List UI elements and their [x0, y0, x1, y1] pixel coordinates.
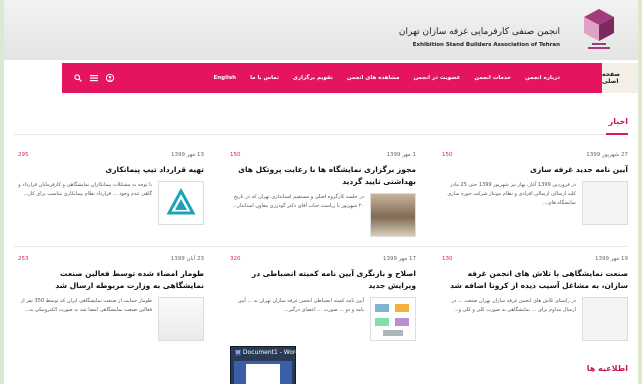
nav-items: درباره انجمن خدمات انجمن عضویت در انجمن … — [214, 63, 561, 93]
news-title[interactable]: مجوز برگزاری نمایشگاه ها با رعایت پروتکل… — [230, 164, 416, 188]
association-name-en: Exhibition Stand Builders Association of… — [412, 42, 560, 48]
nav-icons — [74, 63, 114, 93]
news-views: 150 — [442, 152, 453, 158]
nav-item-contact[interactable]: تماس با ما — [250, 75, 279, 81]
nav-home[interactable]: صفحه اصلی — [602, 63, 638, 93]
news-date: 19 مهر 1399 — [594, 256, 628, 262]
news-views: 253 — [18, 256, 29, 262]
document-thumbnail[interactable] — [582, 297, 628, 341]
document-thumbnail[interactable] — [582, 181, 628, 225]
nav-item-views[interactable]: مشاهده های انجمن — [347, 75, 400, 81]
news-card[interactable]: 1 مهر 1399 150 مجوز برگزاری نمایشگاه ها … — [230, 152, 416, 237]
nav-item-membership[interactable]: عضویت در انجمن — [414, 75, 461, 81]
news-title[interactable]: آیین نامه جدید غرفه سازی — [442, 164, 628, 176]
site-header: انجمن صنفی کارفرمایی غرفه سازان تهران Ex… — [4, 0, 638, 60]
menu-icon[interactable] — [90, 74, 98, 82]
news-excerpt: طومار حمایت از صنعت نمایشگاهی ایران که ت… — [20, 298, 152, 313]
news-card[interactable]: 17 مهر 1399 320 اصلاح و بازنگری آیین نام… — [230, 256, 416, 341]
page: انجمن صنفی کارفرمایی غرفه سازان تهران Ex… — [4, 0, 638, 384]
news-title[interactable]: تهیه قرارداد تیپ پیمانکاری — [18, 164, 204, 176]
nav-item-services[interactable]: خدمات انجمن — [474, 75, 511, 81]
account-icon[interactable] — [106, 74, 114, 82]
main-nav: درباره انجمن خدمات انجمن عضویت در انجمن … — [62, 63, 602, 93]
news-excerpt: در راستای تلاش های انجمن غرفه سازان تهرا… — [451, 298, 576, 313]
news-title[interactable]: طومار امضاء شده توسط فعالین صنعت نمایشگا… — [18, 268, 204, 292]
association-logo-icon[interactable] — [570, 5, 628, 57]
word-icon: W — [235, 349, 241, 356]
nav-item-calendar[interactable]: تقویم برگزاری — [293, 75, 333, 81]
news-excerpt: در فروردین 1399 آغاز، بهار تیر شهریور 13… — [447, 182, 576, 206]
news-excerpt: با توجه به مشکلات پیمانکاران نمایشگاهی و… — [18, 182, 152, 197]
news-date: 13 مهر 1399 — [170, 152, 204, 158]
news-card[interactable]: 27 شهریور 1399 150 آیین نامه جدید غرفه س… — [442, 152, 628, 225]
news-card[interactable]: 13 مهر 1399 295 تهیه قرارداد تیپ پیمانکا… — [18, 152, 204, 225]
news-date: 1 مهر 1399 — [386, 152, 416, 158]
taskbar-preview-title: Document1 - Word — [242, 349, 300, 356]
news-views: 320 — [230, 256, 241, 262]
news-date: 27 شهریور 1399 — [586, 152, 628, 158]
news-excerpt: در جلسه کارگروه اصلی و مستقیم استانداری … — [232, 194, 364, 209]
news-card[interactable]: 23 آبان 1399 253 طومار امضاء شده توسط فع… — [18, 256, 204, 341]
news-views: 130 — [442, 256, 453, 262]
news-date: 17 مهر 1399 — [382, 256, 416, 262]
announcements-section-title: اطلاعیه ها — [586, 364, 628, 373]
news-date: 23 آبان 1399 — [170, 256, 204, 262]
search-icon[interactable] — [74, 74, 82, 82]
news-title[interactable]: صنعت نمایشگاهی با تلاش های انجمن غرفه سا… — [442, 268, 628, 292]
nav-item-english[interactable]: English — [214, 75, 237, 81]
conference-room-photo[interactable] — [370, 193, 416, 237]
news-divider — [14, 134, 628, 135]
nav-item-about[interactable]: درباره انجمن — [525, 75, 560, 81]
association-logo-thumbnail[interactable] — [158, 181, 204, 225]
diagram-thumbnail[interactable] — [370, 297, 416, 341]
news-views: 150 — [230, 152, 241, 158]
signature-paper-photo[interactable] — [158, 297, 204, 341]
taskbar-preview-word[interactable]: W Document1 - Word — [230, 346, 300, 384]
news-title[interactable]: اصلاح و بازنگری آیین نامه کمیته انضباطی … — [230, 268, 416, 292]
news-card[interactable]: 19 مهر 1399 130 صنعت نمایشگاهی با تلاش ه… — [442, 256, 628, 341]
news-row-divider — [14, 246, 628, 247]
news-divider-accent — [606, 133, 628, 135]
news-views: 295 — [18, 152, 29, 158]
window-preview — [234, 361, 292, 384]
news-excerpt: آیین نامه کمیته انضباطی انجمن غرفه سازان… — [237, 298, 364, 313]
news-section-title: اخبار — [608, 117, 628, 126]
association-name-fa: انجمن صنفی کارفرمایی غرفه سازان تهران — [398, 27, 560, 37]
